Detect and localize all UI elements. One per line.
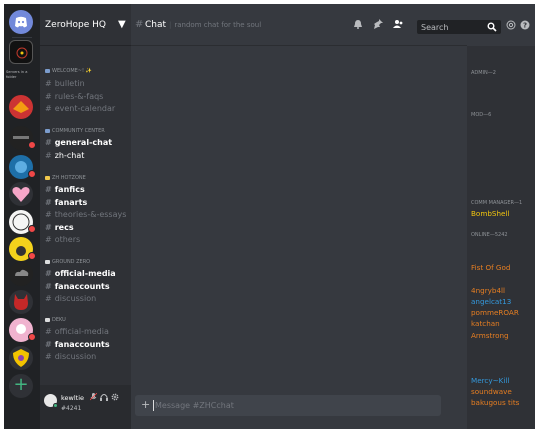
- category-zh-hotzone[interactable]: ZH hotzone: [45, 175, 86, 181]
- text-caret: [153, 400, 154, 411]
- search-box[interactable]: [417, 20, 501, 34]
- rail-divider: [12, 37, 32, 38]
- members-icon[interactable]: [393, 19, 403, 29]
- server-icon-9[interactable]: [9, 290, 33, 314]
- username: kewltie: [61, 394, 85, 402]
- member-group-mod: MOD—6: [471, 112, 492, 118]
- channel-topic: random chat for the soul: [169, 21, 261, 29]
- help-icon[interactable]: ?: [520, 20, 530, 30]
- server-header[interactable]: ZeroHope HQ ▼: [40, 4, 131, 46]
- member-item[interactable]: BombShell: [471, 209, 509, 218]
- channel-others[interactable]: # others: [45, 235, 80, 244]
- category-deku[interactable]: deku: [45, 317, 66, 323]
- member-item[interactable]: bakugous tits: [471, 398, 519, 407]
- shield-icon: [13, 349, 29, 367]
- member-item[interactable]: pommeROAR: [471, 308, 519, 317]
- server-icon-11[interactable]: [9, 346, 33, 370]
- server-art-icon: [13, 101, 29, 113]
- category-icon: [45, 259, 50, 264]
- at-mention-icon[interactable]: [506, 20, 516, 30]
- channel-official-media-deku[interactable]: # official-media: [45, 327, 109, 336]
- member-item[interactable]: Armstrong: [471, 331, 509, 340]
- microphone-icon[interactable]: [90, 393, 97, 401]
- message-input[interactable]: [155, 399, 425, 412]
- member-item[interactable]: katchan: [471, 319, 500, 328]
- cloud-icon: [15, 269, 29, 276]
- channel-sidebar: ZeroHope HQ ▼ welcome~! ✨ # bulletin # rul…: [40, 4, 131, 429]
- discord-logo-icon: [15, 16, 27, 28]
- category-welcome[interactable]: welcome~! ✨: [45, 68, 92, 74]
- category-icon: [45, 317, 50, 322]
- category-community-center[interactable]: community center: [45, 128, 105, 134]
- discord-window: Servers in a folder + ZeroHope HQ ▼ WELC…: [0, 0, 540, 433]
- channel-zh-chat[interactable]: # zh-chat: [45, 151, 84, 160]
- channel-event-calendar[interactable]: # event-calendar: [45, 104, 115, 113]
- member-group-online: ONLINE—5242: [471, 232, 508, 238]
- member-item[interactable]: angelcat13: [471, 297, 511, 306]
- channel-title: Chat: [145, 20, 167, 30]
- devil-icon: [14, 294, 28, 310]
- category-icon: [45, 68, 50, 73]
- online-status-icon: [53, 403, 58, 408]
- server-logo-icon: [16, 47, 28, 59]
- member-group-comm-manager: COMM MANAGER—1: [471, 200, 523, 206]
- channel-fanaccounts[interactable]: # fanaccounts: [45, 282, 110, 291]
- mention-badge: [28, 170, 36, 178]
- chat-area: # Chat random chat for the soul +: [131, 4, 467, 429]
- category-ground-zero[interactable]: ground zero: [45, 259, 90, 265]
- channel-hash-icon: #: [135, 19, 144, 30]
- channel-recs[interactable]: # recs: [45, 223, 74, 232]
- server-icon-8[interactable]: [9, 262, 33, 286]
- channel-discussion[interactable]: # discussion: [45, 294, 96, 303]
- category-icon: [45, 128, 50, 133]
- mention-badge: [28, 141, 36, 149]
- channel-fanarts[interactable]: # fanarts: [45, 198, 87, 207]
- discord-home-button[interactable]: [9, 10, 33, 34]
- channel-fanfics[interactable]: # fanfics: [45, 185, 85, 194]
- search-icon[interactable]: [487, 22, 497, 32]
- app-frame: Servers in a folder + ZeroHope HQ ▼ WELC…: [4, 4, 535, 429]
- channel-general-chat[interactable]: # general-chat: [45, 138, 112, 147]
- member-list: ADMIN—2 MOD—6 COMM MANAGER—1 BombShell O…: [467, 46, 535, 429]
- server-icon-5[interactable]: [9, 182, 33, 206]
- server-zerohope-icon[interactable]: [9, 40, 33, 64]
- bell-icon[interactable]: [353, 19, 363, 29]
- mention-badge: [28, 225, 36, 233]
- member-item[interactable]: Fist Of God: [471, 263, 510, 272]
- heart-icon: [12, 187, 30, 202]
- user-discriminator: #4241: [61, 405, 82, 412]
- member-group-admin: ADMIN—2: [471, 70, 496, 76]
- pin-icon[interactable]: [373, 19, 383, 29]
- channel-discussion-deku[interactable]: # discussion: [45, 352, 96, 361]
- member-item[interactable]: soundwave: [471, 387, 512, 396]
- svg-text:?: ?: [523, 22, 527, 30]
- chevron-down-icon[interactable]: ▼: [118, 19, 126, 30]
- plus-icon: +: [13, 374, 29, 395]
- gear-icon[interactable]: [111, 393, 119, 401]
- headphones-icon[interactable]: [100, 393, 108, 401]
- mention-badge: [28, 252, 36, 260]
- message-composer: +: [135, 395, 441, 416]
- category-icon: [45, 175, 50, 180]
- server-name: ZeroHope HQ: [45, 20, 106, 30]
- server-icon-2[interactable]: [9, 95, 33, 119]
- user-panel: kewltie #4241: [40, 385, 131, 429]
- channel-rules-faqs[interactable]: # rules-&-faqs: [45, 92, 103, 101]
- upload-plus-icon[interactable]: +: [141, 398, 150, 411]
- channel-fanaccounts-deku[interactable]: # fanaccounts: [45, 340, 110, 349]
- member-item[interactable]: Mercy~Kill: [471, 376, 509, 385]
- add-server-button[interactable]: +: [9, 374, 33, 398]
- channel-bulletin[interactable]: # bulletin: [45, 79, 85, 88]
- mention-badge: [28, 333, 36, 341]
- member-item[interactable]: 4ngryb4ll: [471, 286, 505, 295]
- server-rail: Servers in a folder +: [4, 4, 40, 429]
- server-folder-label: Servers in a folder: [6, 70, 28, 79]
- channel-official-media[interactable]: # official-media: [45, 269, 116, 278]
- channel-theories-essays[interactable]: # theories-&-essays: [45, 210, 126, 219]
- search-input[interactable]: [421, 21, 485, 33]
